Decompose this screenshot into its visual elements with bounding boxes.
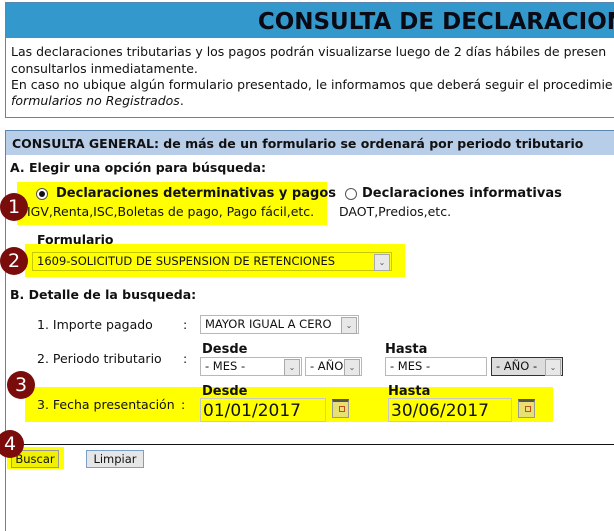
calendar-icon[interactable] [518,399,535,418]
formulario-select[interactable]: 1609-SOLICITUD DE SUSPENSION DE RETENCIO… [32,252,392,271]
importe-value: MAYOR IGUAL A CERO [205,317,332,331]
periodo-desde-anio-select[interactable]: - AÑO - ⌄ [305,357,362,376]
periodo-hasta-anio-select[interactable]: - AÑO - ⌄ [491,357,563,376]
fecha-label: 3. Fecha presentación [37,397,175,412]
colon: : [183,351,188,366]
intro-line: consultarlos inmediatamente. [11,61,198,76]
fecha-hasta-label: Hasta [388,384,431,399]
period: . [179,93,184,108]
fecha-desde-input[interactable]: 01/01/2017 [200,398,326,422]
step-badge-2: 2 [0,247,28,275]
chevron-down-icon: ⌄ [284,359,300,376]
intro-line-last: formularios no Registrados. [11,93,184,108]
colon: : [181,397,186,412]
step-badge-1: 1 [0,193,28,221]
colon: : [183,317,188,332]
intro-line: Las declaraciones tributarias y los pago… [11,44,607,59]
option-determinativas-label: Declaraciones determinativas y pagos [56,186,336,201]
limpiar-button[interactable]: Limpiar [86,450,144,468]
unregistered-forms-text: formularios no Registrados [11,93,180,108]
mes-value: - MES - [390,359,431,373]
detail-label: B. Detalle de la busqueda: [10,287,197,302]
importe-label: 1. Importe pagado [37,317,153,332]
periodo-hasta-label: Hasta [385,342,428,357]
chevron-down-icon: ⌄ [344,359,360,376]
title-bar: CONSULTA DE DECLARACION [6,3,614,38]
intro-line: En caso no ubique algún formulario prese… [11,77,613,92]
periodo-desde-mes-select[interactable]: - MES - ⌄ [200,357,302,376]
periodo-hasta-mes-select[interactable]: - MES - [385,357,487,376]
calendar-icon[interactable] [332,399,349,418]
periodo-desde-label: Desde [202,342,248,357]
radio-informativas[interactable] [345,188,357,200]
chevron-down-icon: ⌄ [374,254,390,271]
formulario-value: 1609-SOLICITUD DE SUSPENSION DE RETENCIO… [37,254,336,268]
step-badge-3: 3 [7,371,35,399]
radio-determinativas[interactable] [36,188,48,200]
page-title: CONSULTA DE DECLARACION [257,9,614,35]
fecha-desde-label: Desde [202,384,248,399]
option-label: A. Elegir una opción para búsqueda: [10,160,267,175]
option-informativas-sub: DAOT,Predios,etc. [339,204,452,219]
section-title: CONSULTA GENERAL: de más de un formulari… [12,136,584,151]
importe-select[interactable]: MAYOR IGUAL A CERO ⌄ [200,315,359,334]
chevron-down-icon: ⌄ [341,317,357,334]
fecha-hasta-input[interactable]: 30/06/2017 [388,398,512,422]
option-determinativas-sub: IGV,Renta,ISC,Boletas de pago, Pago fáci… [27,204,315,219]
anio-value: - AÑO - [496,359,538,373]
periodo-label: 2. Periodo tributario [37,351,162,366]
chevron-down-icon: ⌄ [545,359,561,376]
option-informativas-label: Declaraciones informativas [362,186,562,201]
divider [5,444,614,445]
mes-value: - MES - [205,359,246,373]
